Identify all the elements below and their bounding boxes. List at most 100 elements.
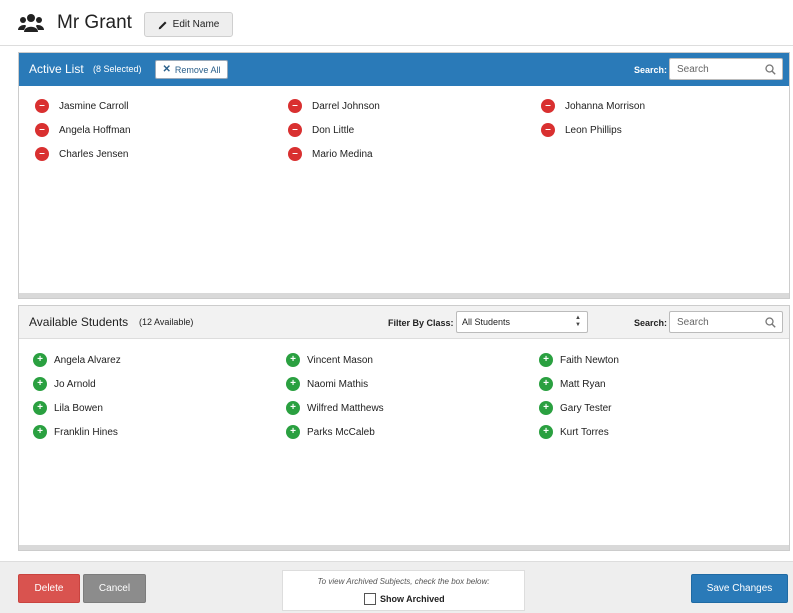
add-student-icon[interactable]: + [286,425,300,439]
remove-student-icon[interactable]: – [541,123,555,137]
close-icon: ✕ [162,64,171,75]
active-list-title: Active List [29,62,84,76]
available-student-item[interactable]: + Gary Tester [539,400,612,416]
active-student-item[interactable]: – Leon Phillips [541,122,622,138]
active-student-item[interactable]: – Mario Medina [288,146,373,162]
active-search-box [669,58,783,80]
add-student-icon[interactable]: + [286,401,300,415]
show-archived-checkbox[interactable] [364,593,376,605]
active-student-item[interactable]: – Jasmine Carroll [35,98,128,114]
available-students-header: Available Students (12 Available) Filter… [19,306,789,339]
add-student-icon[interactable]: + [539,425,553,439]
add-student-icon[interactable]: + [286,377,300,391]
cancel-button[interactable]: Cancel [83,574,146,603]
active-list-panel: Active List (8 Selected) ✕ Remove All Se… [18,52,790,299]
active-student-item[interactable]: – Charles Jensen [35,146,128,162]
archive-panel: To view Archived Subjects, check the box… [282,570,525,611]
student-name: Kurt Torres [560,426,609,438]
active-list-body: – Jasmine Carroll – Angela Hoffman – Cha… [19,86,789,298]
available-student-item[interactable]: + Angela Alvarez [33,352,121,368]
student-name: Angela Hoffman [59,124,131,136]
search-icon[interactable] [765,64,776,75]
active-student-item[interactable]: – Angela Hoffman [35,122,131,138]
available-search-input[interactable] [670,312,760,332]
edit-name-button[interactable]: Edit Name [144,12,233,37]
active-search-input[interactable] [670,59,760,79]
available-student-item[interactable]: + Franklin Hines [33,424,118,440]
active-list-header: Active List (8 Selected) ✕ Remove All Se… [19,53,789,86]
available-student-item[interactable]: + Faith Newton [539,352,619,368]
available-students-panel: Available Students (12 Available) Filter… [18,305,790,551]
add-student-icon[interactable]: + [539,377,553,391]
student-name: Mario Medina [312,148,373,160]
page-header: Mr Grant Edit Name [0,0,793,46]
filter-selected-value: All Students [462,317,511,327]
remove-student-icon[interactable]: – [35,99,49,113]
add-student-icon[interactable]: + [539,353,553,367]
remove-student-icon[interactable]: – [541,99,555,113]
student-name: Wilfred Matthews [307,402,384,414]
available-student-item[interactable]: + Parks McCaleb [286,424,375,440]
student-name: Gary Tester [560,402,612,414]
available-student-item[interactable]: + Vincent Mason [286,352,373,368]
student-name: Darrel Johnson [312,100,380,112]
student-name: Leon Phillips [565,124,622,136]
available-student-item[interactable]: + Matt Ryan [539,376,606,392]
active-list-count: (8 Selected) [93,64,142,74]
add-student-icon[interactable]: + [33,377,47,391]
remove-all-button[interactable]: ✕ Remove All [155,60,228,79]
remove-student-icon[interactable]: – [35,123,49,137]
student-name: Lila Bowen [54,402,103,414]
student-name: Jo Arnold [54,378,96,390]
available-student-item[interactable]: + Wilfred Matthews [286,400,384,416]
available-students-title: Available Students [29,315,129,329]
show-archived-toggle[interactable]: Show Archived [364,593,445,605]
remove-all-label: Remove All [174,64,221,75]
student-name: Franklin Hines [54,426,118,438]
student-name: Charles Jensen [59,148,129,160]
archive-hint-text: To view Archived Subjects, check the box… [317,577,490,586]
student-name: Vincent Mason [307,354,373,366]
show-archived-label: Show Archived [380,594,445,604]
group-users-icon [18,14,44,32]
student-name: Parks McCaleb [307,426,375,438]
student-name: Matt Ryan [560,378,606,390]
select-arrows-icon: ▲ ▼ [575,315,581,328]
edit-name-label: Edit Name [172,19,220,30]
available-student-item[interactable]: + Naomi Mathis [286,376,368,392]
active-search-label: Search: [634,65,668,75]
pencil-icon [158,21,167,29]
remove-student-icon[interactable]: – [288,99,302,113]
page-title: Mr Grant [57,12,132,33]
available-search-box [669,311,783,333]
delete-button[interactable]: Delete [18,574,80,603]
available-student-item[interactable]: + Kurt Torres [539,424,609,440]
add-student-icon[interactable]: + [33,353,47,367]
filter-by-class-select[interactable]: All Students ▲ ▼ [456,311,588,333]
student-name: Naomi Mathis [307,378,369,390]
student-name: Johanna Morrison [565,100,646,112]
student-name: Angela Alvarez [54,354,121,366]
remove-student-icon[interactable]: – [288,123,302,137]
student-name: Faith Newton [560,354,619,366]
add-student-icon[interactable]: + [286,353,300,367]
active-student-item[interactable]: – Darrel Johnson [288,98,380,114]
add-student-icon[interactable]: + [33,401,47,415]
active-student-item[interactable]: – Johanna Morrison [541,98,645,114]
available-student-item[interactable]: + Jo Arnold [33,376,96,392]
available-search-label: Search: [634,318,668,328]
available-students-count: (12 Available) [139,317,194,327]
search-icon[interactable] [765,317,776,328]
add-student-icon[interactable]: + [539,401,553,415]
filter-by-class-label: Filter By Class: [388,318,454,328]
footer-bar: Delete Cancel To view Archived Subjects,… [0,561,793,613]
active-student-item[interactable]: – Don Little [288,122,354,138]
save-changes-button[interactable]: Save Changes [691,574,788,603]
remove-student-icon[interactable]: – [35,147,49,161]
remove-student-icon[interactable]: – [288,147,302,161]
available-student-item[interactable]: + Lila Bowen [33,400,103,416]
student-name: Don Little [312,124,355,136]
add-student-icon[interactable]: + [33,425,47,439]
student-name: Jasmine Carroll [59,100,129,112]
available-students-body: + Angela Alvarez + Jo Arnold + Lila Bowe… [19,339,789,550]
